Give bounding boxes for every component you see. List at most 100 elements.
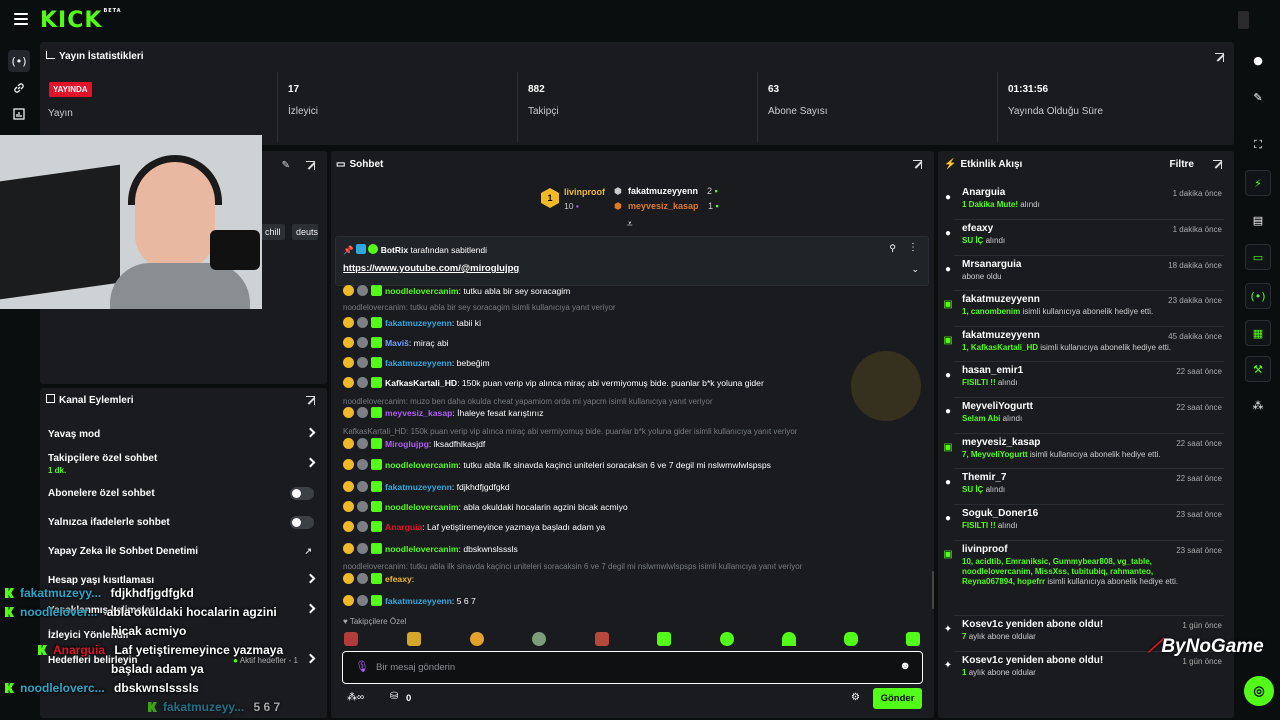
chat-username[interactable]: fakatmuzeyyenn: [385, 358, 452, 368]
chat-message[interactable]: fakatmuzeyyenn: 5 6 7: [343, 595, 933, 606]
chat-username[interactable]: noodlelovercanim: [385, 544, 459, 554]
activity-item[interactable]: ✦ Kosev1c yeniden abone oldu! 1 aylık abon…: [944, 655, 1222, 678]
user-avatar[interactable]: [1238, 11, 1249, 29]
activity-separator: [954, 397, 1224, 398]
chat-message[interactable]: Miroglujpg: lksadfhlkasjdf: [343, 438, 933, 449]
chat-scrollbar[interactable]: [932, 571, 934, 609]
activity-item[interactable]: ▣ fakatmuzeyyenn 1, canombenim isimli kull…: [943, 294, 1222, 317]
microphone-icon[interactable]: 🎙: [355, 660, 369, 673]
link-icon[interactable]: [8, 77, 30, 99]
edit-icon[interactable]: ✎: [282, 160, 290, 171]
emote-slot[interactable]: [657, 632, 671, 646]
chat-message[interactable]: fakatmuzeyyenn: tabii ki: [343, 317, 933, 328]
activity-panel-icon[interactable]: ⚡: [1245, 170, 1271, 196]
collapse-leaderboard-icon[interactable]: ⩡: [627, 219, 633, 230]
chat-panel-icon[interactable]: ▭: [1245, 244, 1271, 270]
leader-name[interactable]: meyvesiz_kasap: [628, 201, 699, 211]
chat-username[interactable]: fakatmuzeyyenn: [385, 596, 452, 606]
ai-moderation-row[interactable]: Yapay Zeka ile Sohbet Denetimi ↗: [48, 546, 320, 557]
users-icon[interactable]: ⁂∞: [347, 692, 364, 703]
tag-chip[interactable]: deuts: [292, 224, 318, 240]
activity-item[interactable]: ▣ livinproof 10, acidtib, Emraniksic, Gumm…: [943, 544, 1222, 587]
chat-message[interactable]: noodlelovercanim: abla okuldaki hocalari…: [343, 501, 933, 512]
emote-slot[interactable]: [595, 632, 609, 646]
menu-icon[interactable]: [14, 13, 28, 25]
chat-username[interactable]: efeaxy: [385, 574, 412, 584]
chat-username[interactable]: noodlelovercanim: [385, 502, 459, 512]
kick-logo[interactable]: KICKBETA: [40, 8, 122, 33]
activity-item[interactable]: ● hasan_emir1 FISILTI !! alındı 22 saat önc…: [945, 365, 1222, 388]
chat-message[interactable]: meyvesiz_kasap: İhaleye fesat karıştırıı…: [343, 407, 933, 418]
emote-slot[interactable]: [906, 632, 920, 646]
chat-input[interactable]: 🎙 Bir mesaj gönderin ☻: [342, 651, 923, 684]
activity-item[interactable]: ● Soguk_Doner16 FISILTI !! alındı 23 saat ö…: [945, 508, 1222, 531]
expand-icon[interactable]: [306, 161, 315, 170]
chat-message[interactable]: noodlelovercanim: tutku abla ilk sinavda…: [343, 459, 933, 470]
chat-message[interactable]: fakatmuzeyyenn: bebeğim: [343, 357, 933, 368]
chat-message[interactable]: noodlelovercanim: dbskwnslsssls: [343, 543, 933, 554]
emotes-only-toggle[interactable]: [290, 516, 314, 529]
followers-only-row[interactable]: Takipçilere özel sohbet 1 dk.: [48, 453, 320, 475]
activity-item[interactable]: ● Themir_7 SU İÇ alındı 22 saat önce: [945, 472, 1222, 495]
info-icon[interactable]: ●: [1247, 49, 1269, 71]
chat-message[interactable]: noodlelovercanim: tutku abla bir sey sor…: [343, 285, 933, 296]
expand-icon[interactable]: [1215, 53, 1224, 62]
settings-icon[interactable]: ⚙: [851, 692, 860, 703]
chat-username[interactable]: Maviš: [385, 338, 409, 348]
chat-message[interactable]: Anarguia: Laf yetiştiremeyince yazmaya b…: [343, 521, 933, 532]
chat-username[interactable]: fakatmuzeyyenn: [385, 482, 452, 492]
account-age-row[interactable]: Hesap yaşı kısıtlaması: [48, 573, 320, 586]
users-icon[interactable]: ⁂: [1247, 394, 1269, 416]
slow-mode-row[interactable]: Yavaş mod: [48, 427, 320, 440]
filter-button[interactable]: Filtre: [1170, 159, 1194, 170]
pin-icon[interactable]: ⚲: [889, 243, 896, 254]
emote-slot[interactable]: [470, 632, 484, 646]
activity-item[interactable]: ● Anarguia 1 Dakika Mute! alındı 1 dakika ö…: [945, 187, 1222, 210]
fullscreen-icon[interactable]: ⛶: [1247, 134, 1269, 156]
emote-slot[interactable]: [720, 632, 734, 646]
chat-username[interactable]: noodlelovercanim: [385, 460, 459, 470]
leader-name[interactable]: livinproof: [564, 187, 605, 197]
stats-icon[interactable]: [8, 103, 30, 125]
expand-icon[interactable]: [1213, 160, 1222, 169]
support-icon[interactable]: ◎: [1244, 676, 1274, 706]
chat-message[interactable]: KafkasKartali_HD: 150k puan verip vip al…: [343, 377, 933, 388]
tag-chip[interactable]: chill: [261, 224, 285, 240]
chat-username[interactable]: noodlelovercanim: [385, 286, 459, 296]
chat-username[interactable]: meyvesiz_kasap: [385, 408, 452, 418]
notes-icon[interactable]: ▤: [1247, 209, 1269, 231]
chat-username[interactable]: Anarguia: [385, 522, 422, 532]
emote-slot[interactable]: [532, 632, 546, 646]
pinned-link[interactable]: https://www.youtube.com/@miroglujpg: [343, 263, 519, 274]
activity-item[interactable]: ● MeyveliYogurtt Selam Abi alındı 22 saat ö…: [945, 401, 1222, 424]
broadcast-panel-icon[interactable]: (•): [1245, 283, 1271, 309]
emote-slot[interactable]: [344, 632, 358, 646]
activity-item[interactable]: ▣ fakatmuzeyyenn 1, KafkasKartali_HD isiml…: [943, 330, 1222, 353]
expand-icon[interactable]: [306, 396, 315, 405]
chat-username[interactable]: fakatmuzeyyenn: [385, 318, 452, 328]
chat-username[interactable]: KafkasKartali_HD: [385, 378, 457, 388]
chat-message[interactable]: fakatmuzeyyenn: fdjkhdfjgdfgkd: [343, 481, 933, 492]
emote-slot[interactable]: [407, 632, 421, 646]
subscribers-only-toggle[interactable]: [290, 487, 314, 500]
activity-item[interactable]: ● Mrsanarguia abone oldu 18 dakika önce: [945, 259, 1222, 282]
edit-icon[interactable]: ✎: [1247, 86, 1269, 108]
emoji-icon[interactable]: ☻: [899, 660, 911, 672]
activity-detail: 1, canombenim isimli kullanıcıya aboneli…: [962, 307, 1202, 317]
activity-item[interactable]: ▣ meyvesiz_kasap 7, MeyveliYogurtt isimli …: [943, 437, 1222, 460]
expand-icon[interactable]: [913, 160, 922, 169]
send-button[interactable]: Gönder: [873, 688, 922, 709]
chat-message[interactable]: efeaxy:: [343, 573, 933, 584]
activity-item[interactable]: ● efeaxy SU İÇ alındı 1 dakika önce: [945, 223, 1222, 246]
layout-panel-icon[interactable]: ▦: [1245, 320, 1271, 346]
emote-slot[interactable]: [782, 632, 796, 646]
chat-username[interactable]: Miroglujpg: [385, 439, 429, 449]
emote-slot[interactable]: [844, 632, 858, 646]
wrench-icon[interactable]: ⚒: [1245, 356, 1271, 382]
chat-message[interactable]: Maviš: miraç abi: [343, 337, 933, 348]
more-options-icon[interactable]: ⋮: [908, 242, 918, 253]
live-broadcast-icon[interactable]: (•): [8, 50, 30, 72]
leader-name[interactable]: fakatmuzeyyenn: [628, 186, 698, 196]
chevron-down-icon[interactable]: ⌄: [911, 264, 919, 275]
activity-detail: 1 aylık abone oldular: [962, 668, 1202, 678]
